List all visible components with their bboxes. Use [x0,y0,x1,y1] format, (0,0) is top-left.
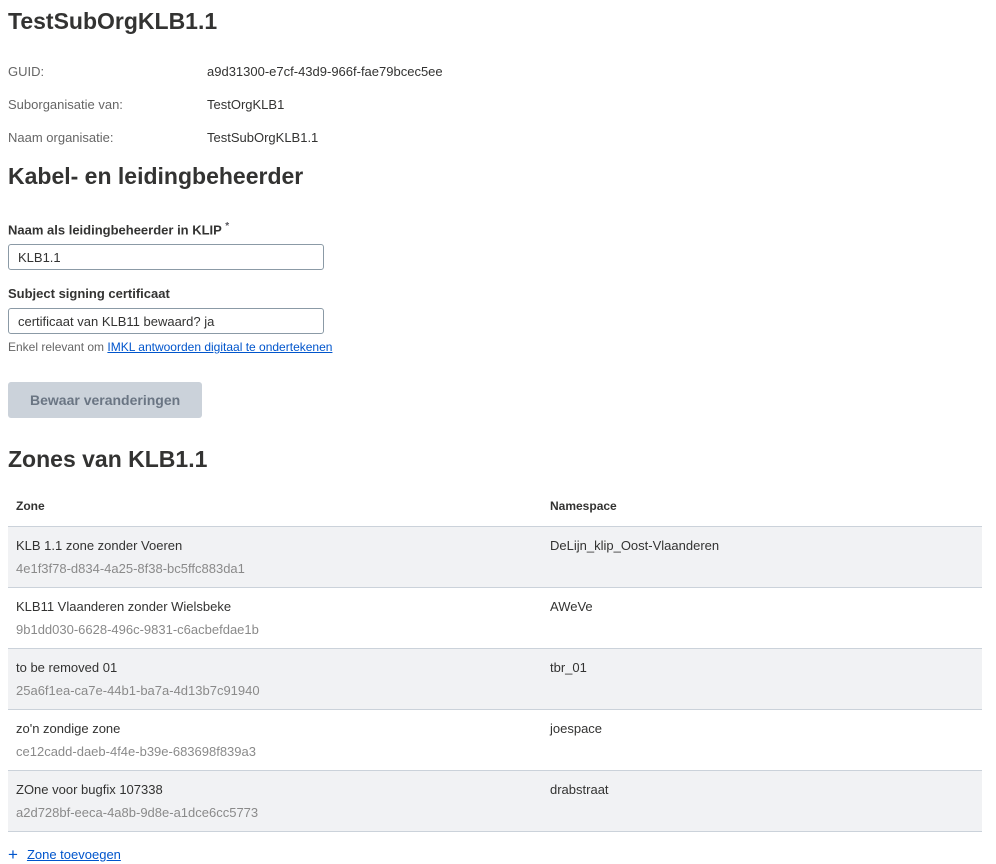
zones-table-header: Zone Namespace [8,493,982,527]
guid-value: a9d31300-e7cf-43d9-966f-fae79bcec5ee [207,64,443,80]
certificate-field-group: Subject signing certificaat Enkel releva… [8,286,988,355]
helper-prefix: Enkel relevant om [8,340,107,354]
zone-cell: zo'n zondige zone ce12cadd-daeb-4f4e-b39… [8,719,550,762]
zone-cell: to be removed 01 25a6f1ea-ca7e-44b1-ba7a… [8,658,550,701]
table-row: KLB 1.1 zone zonder Voeren 4e1f3f78-d834… [8,527,982,588]
table-row: to be removed 01 25a6f1ea-ca7e-44b1-ba7a… [8,649,982,710]
zone-guid: 9b1dd030-6628-496c-9831-c6acbefdae1b [16,620,550,640]
zone-name: KLB11 Vlaanderen zonder Wielsbeke [16,597,550,617]
table-row: zo'n zondige zone ce12cadd-daeb-4f4e-b39… [8,710,982,771]
zone-name: to be removed 01 [16,658,550,678]
required-marker: * [225,221,229,232]
manager-section-heading: Kabel- en leidingbeheerder [8,163,988,190]
klip-name-input[interactable] [8,244,324,270]
table-row: ZOne voor bugfix 107338 a2d728bf-eeca-4a… [8,771,982,832]
save-changes-button[interactable]: Bewaar veranderingen [8,382,202,418]
zone-guid: a2d728bf-eeca-4a8b-9d8e-a1dce6cc5773 [16,803,550,823]
zone-name: ZOne voor bugfix 107338 [16,780,550,800]
certificate-helper-text: Enkel relevant om IMKL antwoorden digita… [8,340,988,355]
namespace-cell: AWeVe [550,597,982,640]
zone-cell: KLB11 Vlaanderen zonder Wielsbeke 9b1dd0… [8,597,550,640]
certificate-field-label: Subject signing certificaat [8,286,988,301]
zone-cell: ZOne voor bugfix 107338 a2d728bf-eeca-4a… [8,780,550,823]
suborganisatie-label: Suborganisatie van: [8,97,207,113]
table-row: KLB11 Vlaanderen zonder Wielsbeke 9b1dd0… [8,588,982,649]
meta-row-naam-organisatie: Naam organisatie: TestSubOrgKLB1.1 [8,130,988,146]
column-header-namespace: Namespace [550,499,982,513]
namespace-cell: tbr_01 [550,658,982,701]
meta-row-suborganisatie: Suborganisatie van: TestOrgKLB1 [8,97,988,113]
name-field-label: Naam als leidingbeheerder in KLIP * [8,221,988,237]
zone-cell: KLB 1.1 zone zonder Voeren 4e1f3f78-d834… [8,536,550,579]
imkl-sign-link[interactable]: IMKL antwoorden digitaal te ondertekenen [107,340,332,354]
zone-name: KLB 1.1 zone zonder Voeren [16,536,550,556]
guid-label: GUID: [8,64,207,80]
name-field-label-text: Naam als leidingbeheerder in KLIP [8,222,222,237]
namespace-cell: DeLijn_klip_Oost-Vlaanderen [550,536,982,579]
naam-organisatie-value: TestSubOrgKLB1.1 [207,130,318,146]
org-metadata: GUID: a9d31300-e7cf-43d9-966f-fae79bcec5… [8,64,988,146]
meta-row-guid: GUID: a9d31300-e7cf-43d9-966f-fae79bcec5… [8,64,988,80]
certificate-subject-input[interactable] [8,308,324,334]
column-header-zone: Zone [8,499,550,513]
naam-organisatie-label: Naam organisatie: [8,130,207,146]
name-field-group: Naam als leidingbeheerder in KLIP * [8,221,988,270]
suborganisatie-value: TestOrgKLB1 [207,97,284,113]
add-zone-link[interactable]: Zone toevoegen [27,847,121,862]
zone-name: zo'n zondige zone [16,719,550,739]
zones-table: Zone Namespace KLB 1.1 zone zonder Voere… [8,493,982,832]
zones-section-heading: Zones van KLB1.1 [8,446,988,473]
zone-guid: ce12cadd-daeb-4f4e-b39e-683698f839a3 [16,742,550,762]
namespace-cell: drabstraat [550,780,982,823]
page-title: TestSubOrgKLB1.1 [8,8,988,35]
add-zone-row: + Zone toevoegen [8,847,988,862]
zone-guid: 4e1f3f78-d834-4a25-8f38-bc5ffc883da1 [16,559,550,579]
zone-guid: 25a6f1ea-ca7e-44b1-ba7a-4d13b7c91940 [16,681,550,701]
plus-icon: + [8,848,18,861]
namespace-cell: joespace [550,719,982,762]
